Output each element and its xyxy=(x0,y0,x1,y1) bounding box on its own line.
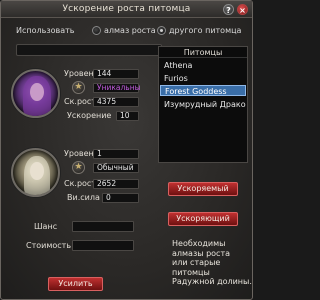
pet2-power-value: 0 xyxy=(102,193,139,203)
pet1-quality-value: Уникальны xyxy=(93,83,141,93)
info-text: Необходимы алмазы роста или старые питом… xyxy=(172,239,252,287)
pet2-star-icon: ★ xyxy=(72,161,85,174)
enhance-button[interactable]: Усилить xyxy=(48,277,103,291)
accelerating-button[interactable]: Ускоряющий xyxy=(168,212,238,226)
pet2-quality-value: Обычный xyxy=(93,163,139,173)
pet-list-header: Питомцы xyxy=(159,47,247,58)
radio-other-pet-label[interactable]: другого питомца xyxy=(169,26,241,35)
pet1-portrait[interactable] xyxy=(11,69,60,118)
use-label: Использовать xyxy=(16,26,75,35)
pet2-level-value: 1 xyxy=(93,149,139,159)
cost-label: Стоимость xyxy=(26,241,72,250)
window-title: Ускорение роста питомца xyxy=(62,4,191,14)
chance-field xyxy=(72,221,134,232)
pet-list-item[interactable]: Furios xyxy=(160,73,246,84)
help-icon[interactable]: ? xyxy=(223,4,234,15)
cost-field xyxy=(72,240,134,251)
radio-growth-diamond[interactable] xyxy=(92,26,101,35)
pet2-portrait[interactable] xyxy=(11,148,60,197)
info-line: или старые питомцы xyxy=(172,258,221,277)
pet-list: Питомцы Athena Furios Forest Goddess Изу… xyxy=(158,46,248,163)
pet1-speedup-value: 10 xyxy=(116,111,139,121)
pet2-face-shape xyxy=(30,162,44,180)
pet-growth-window: Ускорение роста питомца ? × Использовать… xyxy=(0,0,253,300)
pet1-star-icon: ★ xyxy=(72,81,85,94)
pet-list-item[interactable]: Изумрудный Дракон xyxy=(160,99,246,110)
pet1-level-value: 144 xyxy=(93,69,139,79)
pet1-speedup-label: Ускорение xyxy=(67,111,112,120)
use-option-row: Использовать алмаз роста другого питомца xyxy=(1,25,254,37)
pet-list-item-selected[interactable]: Forest Goddess xyxy=(160,85,246,96)
pet-list-item[interactable]: Athena xyxy=(160,60,246,71)
pet1-face-shape xyxy=(30,83,44,101)
chance-label: Шанс xyxy=(34,222,58,231)
pet2-growth-value: 2652 xyxy=(93,179,139,189)
title-bar[interactable]: Ускорение роста питомца ? × xyxy=(1,1,252,18)
info-line: алмазы роста xyxy=(172,248,230,258)
info-line: Радужной долины. xyxy=(172,277,252,286)
close-icon[interactable]: × xyxy=(237,4,248,15)
pet1-growth-value: 4375 xyxy=(93,97,139,107)
info-line: Необходимы xyxy=(172,239,226,248)
pet2-power-label: Ви.сила xyxy=(67,193,100,202)
radio-other-pet[interactable] xyxy=(157,26,166,35)
progress-bar xyxy=(16,44,162,56)
radio-growth-diamond-label[interactable]: алмаз роста xyxy=(104,26,156,35)
accelerated-button[interactable]: Ускоряемый xyxy=(168,182,238,196)
